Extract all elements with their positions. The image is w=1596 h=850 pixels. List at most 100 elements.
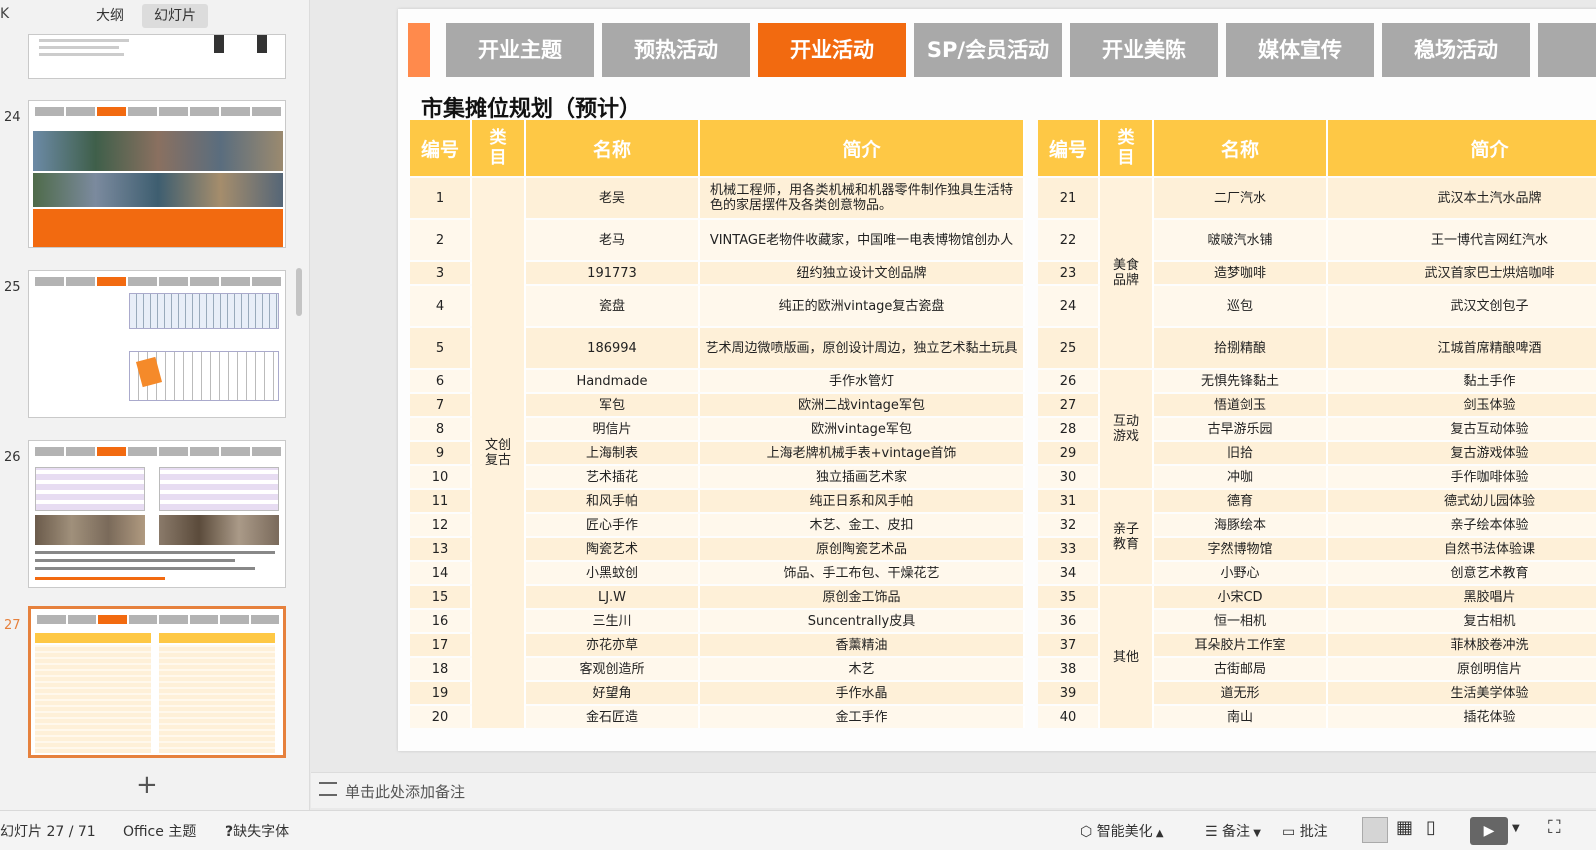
cell-no: 7 — [410, 394, 472, 416]
cell-desc: 艺术周边微喷版画，原创设计周边，独立艺术黏土玩具 — [700, 328, 1025, 368]
nav-tab-decor[interactable]: 开业美陈 — [1070, 23, 1218, 77]
cell-desc: 生活美学体验 — [1328, 682, 1596, 704]
notes-pane[interactable]: 单击此处添加备注 — [311, 772, 1596, 808]
cell-no: 4 — [410, 286, 472, 326]
grid-view-icon[interactable]: ▦ — [1396, 817, 1413, 838]
cell-name: 海豚绘本 — [1154, 514, 1328, 536]
cell-desc: 王一博代言网红汽水 — [1328, 220, 1596, 260]
slide-counter: 幻灯片 27 / 71 — [0, 824, 96, 840]
cell-no: 37 — [1038, 634, 1100, 656]
cell-no: 39 — [1038, 682, 1100, 704]
tab-slides[interactable]: 幻灯片 — [142, 4, 208, 28]
cell-no: 29 — [1038, 442, 1100, 464]
cell-desc: 独立插画艺术家 — [700, 466, 1025, 488]
theme-name[interactable]: Office 主题 — [123, 821, 196, 841]
table-row: 35 其他 小宋CD 黑胶唱片 — [1038, 586, 1596, 728]
cell-no: 23 — [1038, 262, 1100, 284]
cell-no: 14 — [410, 562, 472, 584]
nav-tab-more[interactable] — [1538, 23, 1596, 77]
cell-no: 16 — [410, 610, 472, 632]
nav-tab-media[interactable]: 媒体宣传 — [1226, 23, 1374, 77]
cell-name: LJ.W — [526, 586, 700, 608]
notes-placeholder[interactable]: 单击此处添加备注 — [345, 781, 465, 802]
chevron-up-icon: ▲ — [1152, 828, 1164, 839]
slide-thumbnail-27[interactable] — [28, 606, 286, 758]
play-options-chevron-icon[interactable]: ▼ — [1512, 823, 1520, 834]
notes-toggle-button[interactable]: ☰ 备注 ▼ — [1205, 821, 1261, 841]
cell-no: 12 — [410, 514, 472, 536]
cell-desc: 复古互动体验 — [1328, 418, 1596, 440]
cell-name: 186994 — [526, 328, 700, 368]
cell-name: 古街邮局 — [1154, 658, 1328, 680]
nav-tab-sp-member[interactable]: SP/会员活动 — [914, 23, 1062, 77]
cell-name: 二厂汽水 — [1154, 178, 1328, 218]
slide-number-26: 26 — [4, 450, 21, 465]
cell-desc: 纯正的欧洲vintage复古瓷盘 — [700, 286, 1025, 326]
slide-thumbnail-24[interactable] — [28, 100, 286, 248]
cell-desc: 创意艺术教育 — [1328, 562, 1596, 584]
cell-no: 2 — [410, 220, 472, 260]
cell-name: 艺术插花 — [526, 466, 700, 488]
normal-view-icon[interactable] — [1362, 817, 1388, 843]
cell-no: 10 — [410, 466, 472, 488]
cell-no: 25 — [1038, 328, 1100, 368]
category-label: 亲子教育 — [1112, 522, 1139, 552]
category-label: 互动游戏 — [1112, 414, 1139, 444]
cell-desc: 纽约独立设计文创品牌 — [700, 262, 1025, 284]
cell-desc: 自然书法体验课 — [1328, 538, 1596, 560]
cell-desc: 菲林胶卷冲洗 — [1328, 634, 1596, 656]
add-slide-button[interactable]: + — [136, 770, 158, 800]
cell-desc: 欧洲vintage军包 — [700, 418, 1025, 440]
cell-no: 18 — [410, 658, 472, 680]
slide-panel: K 大纲 幻灯片 24 25 26 27 + — [0, 0, 310, 810]
cell-name: 191773 — [526, 262, 700, 284]
cell-name: 好望角 — [526, 682, 700, 704]
cell-name: 亦花亦草 — [526, 634, 700, 656]
cell-name: 字然博物馆 — [1154, 538, 1328, 560]
cell-name: 冲咖 — [1154, 466, 1328, 488]
nav-tab-warmup[interactable]: 预热活动 — [602, 23, 750, 77]
cell-no: 20 — [410, 706, 472, 728]
fit-window-icon[interactable]: ⛶ — [1548, 817, 1561, 838]
cell-desc: 饰品、手工布包、干燥花艺 — [700, 562, 1025, 584]
cell-name: 明信片 — [526, 418, 700, 440]
cell-no: 19 — [410, 682, 472, 704]
cell-name: 匠心手作 — [526, 514, 700, 536]
slide-thumbnail-23[interactable] — [28, 34, 286, 79]
stall-table-left: 编号 类目 名称 简介 1 文创复古 老吴 机械工程师，用各类机械和机器零件制作独具生… — [410, 118, 1025, 730]
missing-font-button[interactable]: ?缺失字体 — [225, 821, 289, 841]
cell-no: 32 — [1038, 514, 1100, 536]
header-desc: 简介 — [1328, 120, 1596, 176]
cell-no: 30 — [1038, 466, 1100, 488]
cell-desc: 原创陶瓷艺术品 — [700, 538, 1025, 560]
nav-tab-stabilize[interactable]: 稳场活动 — [1382, 23, 1530, 77]
cell-name: 客观创造所 — [526, 658, 700, 680]
nav-tab-opening-theme[interactable]: 开业主题 — [446, 23, 594, 77]
cell-name: 小宋CD — [1154, 586, 1328, 608]
cell-name: 小野心 — [1154, 562, 1328, 584]
panel-scrollbar[interactable] — [296, 268, 302, 316]
reading-view-icon[interactable]: ▯ — [1426, 817, 1436, 838]
tab-outline[interactable]: 大纲 — [84, 4, 136, 28]
collapse-panel-icon[interactable]: K — [0, 6, 9, 22]
cell-no: 11 — [410, 490, 472, 512]
cell-no: 38 — [1038, 658, 1100, 680]
cell-name: 南山 — [1154, 706, 1328, 728]
cell-name: 和风手帕 — [526, 490, 700, 512]
cell-desc: 香薰精油 — [700, 634, 1025, 656]
cell-name: 瓷盘 — [526, 286, 700, 326]
slide-thumbnail-26[interactable] — [28, 440, 286, 588]
cell-name: 旧拾 — [1154, 442, 1328, 464]
play-icon[interactable]: ▶ — [1470, 817, 1508, 845]
cell-desc: 上海老牌机械手表+vintage首饰 — [700, 442, 1025, 464]
cell-no: 6 — [410, 370, 472, 392]
slide-canvas[interactable]: 开业主题 预热活动 开业活动 SP/会员活动 开业美陈 媒体宣传 稳场活动 市集… — [398, 9, 1596, 751]
beautify-button[interactable]: ⬡ 智能美化 ▲ — [1080, 821, 1164, 841]
cell-desc: 手作水管灯 — [700, 370, 1025, 392]
slide-thumbnail-25[interactable] — [28, 270, 286, 418]
comment-button[interactable]: ▭ 批注 — [1282, 821, 1328, 841]
cell-desc: 复古相机 — [1328, 610, 1596, 632]
cell-name: 德育 — [1154, 490, 1328, 512]
nav-tab-opening-activity[interactable]: 开业活动 — [758, 23, 906, 77]
cell-no: 13 — [410, 538, 472, 560]
